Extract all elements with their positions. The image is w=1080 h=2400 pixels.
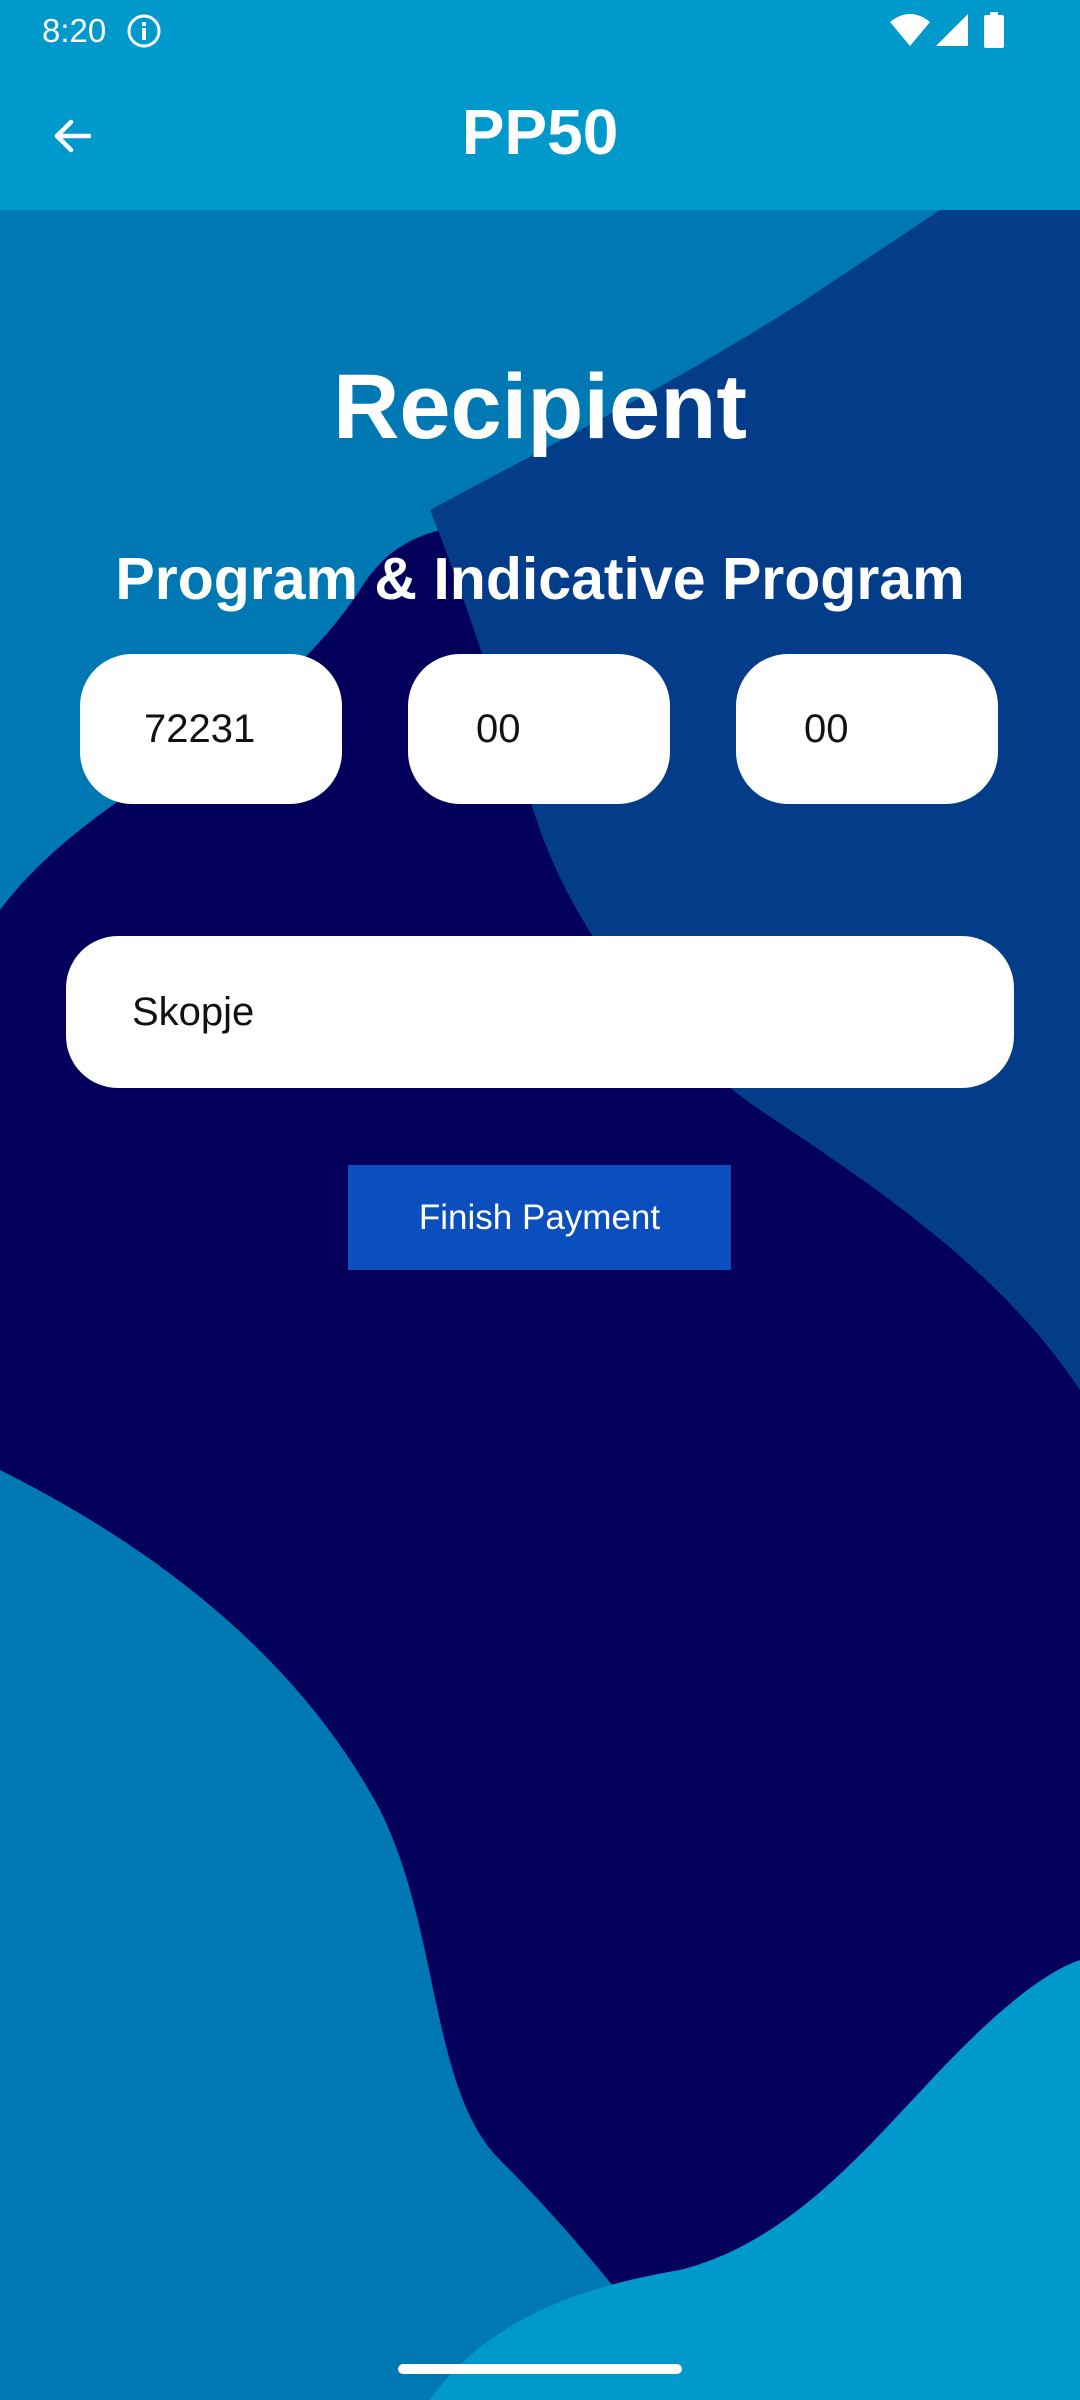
section-title: Program & Indicative Program — [115, 546, 965, 612]
program-code-field-1[interactable]: 72231 — [80, 654, 342, 804]
home-indicator[interactable] — [398, 2364, 682, 2374]
app-title: PP50 — [461, 96, 619, 168]
page-title: Recipient — [332, 356, 748, 458]
info-icon — [127, 14, 161, 48]
program-code-field-3[interactable]: 00 — [736, 654, 998, 804]
wifi-icon — [890, 14, 930, 46]
place-field[interactable]: Skopje — [66, 936, 1014, 1088]
signal-icon — [936, 14, 968, 46]
program-code-field-2[interactable]: 00 — [408, 654, 670, 804]
status-bar: 8:20 — [0, 0, 1080, 62]
finish-payment-button[interactable]: Finish Payment — [348, 1165, 731, 1270]
app-bar: PP50 — [0, 62, 1080, 210]
background-waves — [0, 210, 1080, 2400]
status-time: 8:20 — [42, 12, 107, 49]
battery-icon — [984, 12, 1004, 48]
screen: 8:20 PP50 Recipient Program & Indicative… — [0, 0, 1080, 2400]
